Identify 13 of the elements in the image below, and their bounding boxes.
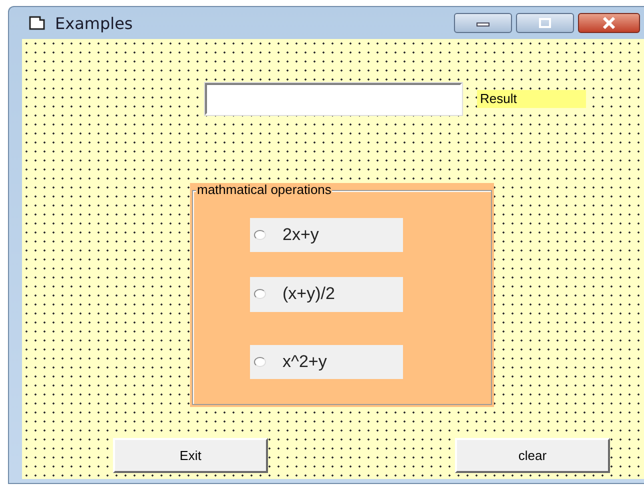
action-button[interactable]: Exit <box>113 438 268 473</box>
result-input-field[interactable] <box>205 83 462 115</box>
group-title: mathmatical operations <box>196 183 332 197</box>
close-button[interactable] <box>578 13 640 33</box>
operation-radio[interactable]: (x+y)/2 <box>250 277 402 312</box>
operation-radio[interactable]: 2x+y <box>250 218 402 252</box>
window-title: Examples <box>55 14 133 32</box>
result-label: Result <box>477 90 586 108</box>
operation-radio[interactable]: x^2+y <box>250 344 402 379</box>
action-button[interactable]: clear <box>455 438 610 473</box>
maximize-button[interactable] <box>516 13 574 33</box>
minimize-button[interactable] <box>454 13 512 33</box>
window-icon <box>29 16 45 30</box>
